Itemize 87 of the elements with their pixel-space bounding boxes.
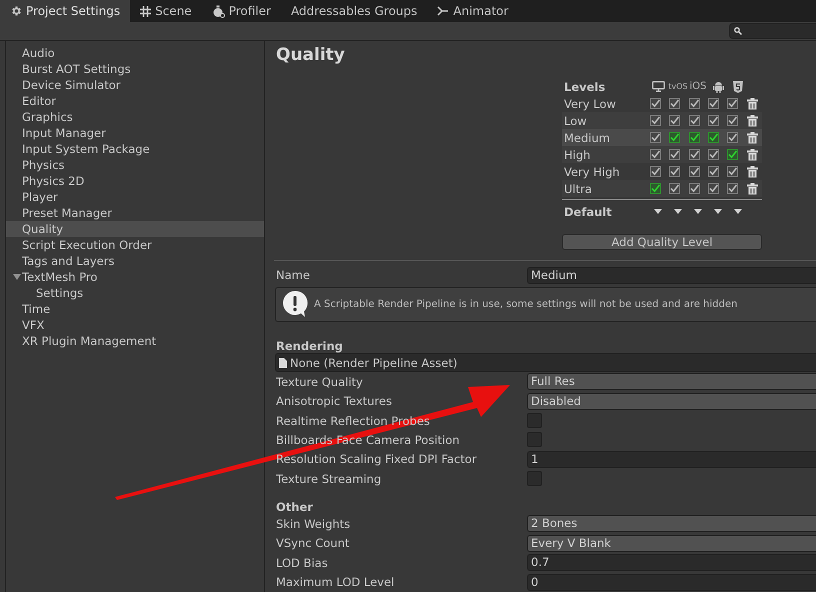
trash-icon[interactable] bbox=[746, 148, 758, 161]
sidebar-item[interactable]: Burst AOT Settings bbox=[6, 61, 264, 77]
sidebar-item[interactable]: TextMesh Pro bbox=[6, 269, 264, 285]
quality-level-row[interactable]: Very Low bbox=[562, 95, 762, 112]
sidebar-item[interactable]: Quality bbox=[6, 221, 264, 237]
asset-field[interactable]: None (Render Pipeline Asset) bbox=[275, 353, 816, 372]
document-icon bbox=[279, 358, 287, 368]
dropdown-field[interactable]: 2 Bones bbox=[527, 515, 816, 532]
default-label: Default bbox=[563, 204, 613, 219]
quality-level-row[interactable]: Low bbox=[562, 112, 762, 130]
dropdown-caret-icon[interactable] bbox=[674, 209, 682, 214]
field-label: Name bbox=[276, 268, 311, 282]
sidebar-item[interactable]: Time bbox=[6, 301, 264, 317]
trash-icon[interactable] bbox=[746, 182, 758, 195]
level-name: Ultra bbox=[563, 182, 593, 196]
field-label: Skin Weights bbox=[276, 516, 352, 531]
dropdown-caret-icon[interactable] bbox=[734, 209, 742, 214]
field-label: LOD Bias bbox=[276, 556, 329, 570]
level-name: Low bbox=[563, 114, 588, 128]
tab[interactable]: Addressables Groups bbox=[280, 0, 428, 22]
sidebar-item[interactable]: Graphics bbox=[6, 109, 264, 125]
add-quality-level-button[interactable]: Add Quality Level bbox=[562, 234, 762, 250]
dropdown-caret-icon[interactable] bbox=[654, 209, 662, 214]
level-name: Medium bbox=[563, 130, 611, 145]
level-name: Very High bbox=[563, 164, 621, 179]
name-field[interactable]: Medium bbox=[527, 266, 816, 284]
platform-label: iOS bbox=[690, 81, 706, 92]
platform-label: tvOS bbox=[668, 82, 688, 92]
number-field[interactable]: 1 bbox=[527, 450, 816, 468]
sidebar-item[interactable]: XR Plugin Management bbox=[6, 333, 264, 349]
sidebar-item[interactable]: Preset Manager bbox=[6, 205, 264, 221]
tab[interactable]: Scene bbox=[130, 0, 202, 22]
tab[interactable]: Profiler bbox=[202, 0, 281, 22]
field-label: Texture Streaming bbox=[276, 472, 382, 486]
sidebar-item[interactable]: VFX bbox=[6, 317, 264, 333]
field-label: Maximum LOD Level bbox=[276, 575, 396, 590]
sidebar-item[interactable]: Physics 2D bbox=[6, 173, 264, 189]
field-label: Anisotropic Textures bbox=[276, 394, 393, 408]
sidebar-item[interactable]: Audio bbox=[6, 45, 264, 61]
search-icon bbox=[734, 27, 742, 35]
sidebar-item[interactable]: Settings bbox=[6, 285, 264, 301]
dropdown-field[interactable]: Every V Blank bbox=[527, 534, 816, 552]
number-field[interactable]: 0.7 bbox=[527, 554, 816, 572]
sidebar-item[interactable]: Editor bbox=[6, 93, 264, 109]
trash-icon[interactable] bbox=[746, 98, 758, 110]
sidebar-item[interactable]: Device Simulator bbox=[6, 77, 264, 93]
dropdown-field[interactable]: Disabled bbox=[527, 392, 816, 410]
number-field[interactable]: 0 bbox=[527, 574, 816, 591]
trash-icon[interactable] bbox=[746, 166, 758, 178]
sidebar-item[interactable]: Script Execution Order bbox=[6, 237, 264, 253]
field-label: Resolution Scaling Fixed DPI Factor bbox=[276, 452, 478, 466]
field-label: Texture Quality bbox=[276, 374, 364, 389]
quality-level-row[interactable]: Ultra bbox=[562, 180, 762, 198]
monitor-icon bbox=[652, 81, 664, 92]
shield-five-icon bbox=[733, 80, 743, 93]
sidebar-item[interactable]: Player bbox=[6, 189, 264, 205]
sidebar-item[interactable]: Physics bbox=[6, 157, 264, 173]
asset-value: None (Render Pipeline Asset) bbox=[290, 356, 458, 370]
exclamation-bubble-icon bbox=[282, 290, 308, 318]
caret-icon[interactable] bbox=[12, 273, 22, 281]
tab[interactable]: Project Settings bbox=[0, 0, 130, 22]
robot-icon bbox=[712, 80, 724, 93]
trash-icon[interactable] bbox=[746, 132, 758, 144]
section-heading: Rendering bbox=[276, 338, 344, 354]
dropdown-field[interactable]: Full Res bbox=[527, 373, 816, 390]
grid-icon bbox=[140, 6, 152, 16]
quality-level-row[interactable]: High bbox=[562, 146, 762, 164]
trash-icon[interactable] bbox=[746, 114, 758, 127]
level-name: High bbox=[563, 148, 592, 162]
quality-level-row[interactable]: Very High bbox=[562, 163, 762, 180]
gear-icon bbox=[10, 5, 22, 17]
page-title: Quality bbox=[276, 45, 346, 67]
levels-heading: Levels bbox=[563, 80, 606, 94]
dropdown-caret-icon[interactable] bbox=[694, 209, 702, 214]
node-link-icon bbox=[437, 6, 450, 16]
stopwatch-icon bbox=[212, 4, 225, 18]
sidebar-item[interactable]: Tags and Layers bbox=[6, 253, 264, 269]
section-heading: Other bbox=[276, 499, 314, 514]
sidebar-item[interactable]: Input Manager bbox=[6, 125, 264, 141]
quality-level-row[interactable]: Medium bbox=[562, 129, 762, 146]
tab[interactable]: Animator bbox=[427, 0, 518, 22]
help-message: A Scriptable Render Pipeline is in use, some settings will not be used and are hidden bbox=[314, 298, 738, 310]
sidebar-item[interactable]: Input System Package bbox=[6, 141, 264, 157]
level-name: Very Low bbox=[563, 96, 617, 111]
dropdown-caret-icon[interactable] bbox=[714, 209, 722, 214]
search-field[interactable] bbox=[729, 23, 816, 39]
field-label: VSync Count bbox=[276, 536, 350, 550]
